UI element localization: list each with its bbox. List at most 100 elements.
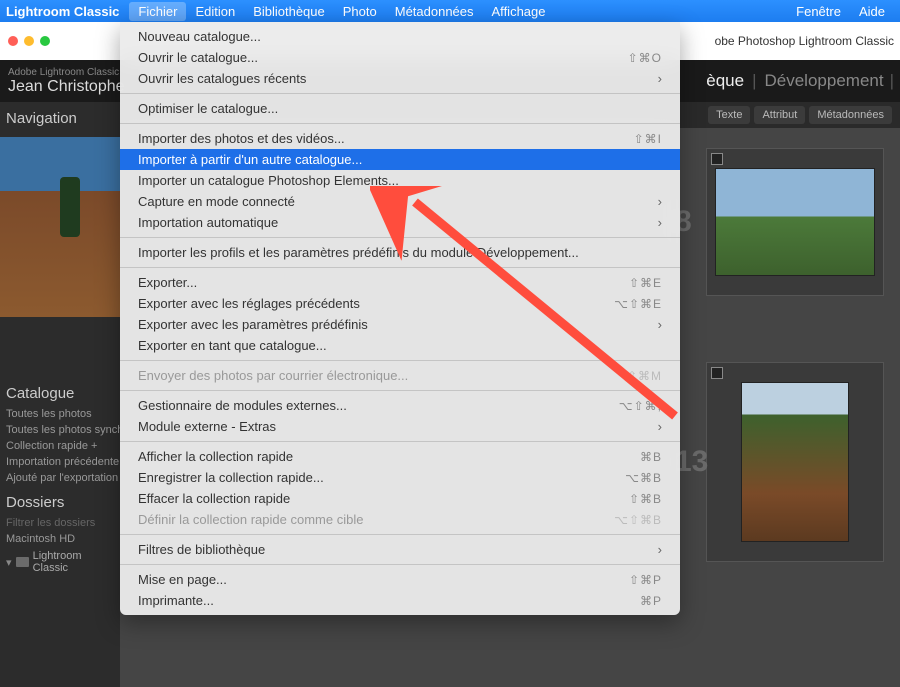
folder-row[interactable]: ▾ Lightroom Classic [0, 547, 120, 577]
chevron-right-icon: › [658, 542, 662, 557]
menu-shortcut: ⌥⇧⌘B [614, 513, 662, 527]
menu-item[interactable]: Ouvrir les catalogues récents› [120, 68, 680, 89]
menu-item-label: Importer les profils et les paramètres p… [138, 245, 662, 260]
close-window-icon[interactable] [8, 36, 18, 46]
menu-item-label: Exporter en tant que catalogue... [138, 338, 662, 353]
module-library[interactable]: èque [706, 71, 744, 91]
window-title: obe Photoshop Lightroom Classic [715, 34, 894, 48]
menu-item[interactable]: Nouveau catalogue... [120, 26, 680, 47]
menu-item[interactable]: Afficher la collection rapide⌘B [120, 446, 680, 467]
chevron-right-icon: › [658, 317, 662, 332]
menu-item-label: Importer un catalogue Photoshop Elements… [138, 173, 662, 188]
menu-item-label: Enregistrer la collection rapide... [138, 470, 625, 485]
menu-item-label: Importer des photos et des vidéos... [138, 131, 634, 146]
menu-fichier[interactable]: Fichier [129, 2, 186, 21]
grid-cell[interactable]: 8 [706, 148, 884, 296]
filter-metadata[interactable]: Métadonnées [809, 106, 892, 124]
zoom-window-icon[interactable] [40, 36, 50, 46]
folder-name: Lightroom Classic [33, 550, 114, 574]
panel-catalogue[interactable]: Catalogue [0, 377, 120, 406]
grid-cell[interactable]: 13 [706, 362, 884, 562]
menu-item-label: Mise en page... [138, 572, 629, 587]
menu-aide[interactable]: Aide [850, 2, 894, 21]
menu-fenêtre[interactable]: Fenêtre [787, 2, 850, 21]
menu-shortcut: ⌘B [640, 450, 662, 464]
catalogue-item[interactable]: Importation précédente [0, 454, 120, 470]
menu-item-label: Capture en mode connecté [138, 194, 658, 209]
menu-item[interactable]: Capture en mode connecté› [120, 191, 680, 212]
menu-item[interactable]: Exporter avec les réglages précédents⌥⇧⌘… [120, 293, 680, 314]
menu-item[interactable]: Ouvrir le catalogue...⇧⌘O [120, 47, 680, 68]
flag-icon[interactable] [711, 153, 723, 165]
menu-item[interactable]: Gestionnaire de modules externes...⌥⇧⌘, [120, 395, 680, 416]
menu-bibliothèque[interactable]: Bibliothèque [244, 2, 334, 21]
menu-shortcut: ⌥⇧⌘E [614, 297, 662, 311]
menu-shortcut: ⌥⌘B [625, 471, 662, 485]
chevron-right-icon: › [658, 215, 662, 230]
menu-métadonnées[interactable]: Métadonnées [386, 2, 483, 21]
menu-item[interactable]: Importation automatique› [120, 212, 680, 233]
identity-name: Jean Christophe [8, 78, 125, 96]
menu-item-label: Importer à partir d'un autre catalogue..… [138, 152, 662, 167]
volume[interactable]: Macintosh HD [0, 531, 120, 547]
menu-item[interactable]: Importer à partir d'un autre catalogue..… [120, 149, 680, 170]
menu-item-label: Définir la collection rapide comme cible [138, 512, 614, 527]
menu-item-label: Gestionnaire de modules externes... [138, 398, 619, 413]
thumbnail[interactable] [741, 382, 849, 542]
panel-navigation[interactable]: Navigation [0, 102, 120, 131]
menu-affichage[interactable]: Affichage [483, 2, 555, 21]
menu-item-label: Nouveau catalogue... [138, 29, 662, 44]
catalogue-item[interactable]: Ajouté par l'exportation [0, 470, 120, 486]
menu-shortcut: ⇧⌘I [634, 132, 662, 146]
menu-item[interactable]: Exporter avec les paramètres prédéfinis› [120, 314, 680, 335]
filter-attribute[interactable]: Attribut [754, 106, 805, 124]
menu-shortcut: ⇧⌘P [629, 573, 662, 587]
menu-shortcut: ⌘P [640, 594, 662, 608]
menu-item-label: Exporter avec les réglages précédents [138, 296, 614, 311]
menu-item[interactable]: Exporter...⇧⌘E [120, 272, 680, 293]
app-name: Lightroom Classic [6, 4, 119, 19]
navigator-preview[interactable] [0, 137, 120, 317]
menu-item: Définir la collection rapide comme cible… [120, 509, 680, 530]
menu-item[interactable]: Imprimante...⌘P [120, 590, 680, 611]
menu-item-label: Module externe - Extras [138, 419, 658, 434]
menu-item[interactable]: Enregistrer la collection rapide...⌥⌘B [120, 467, 680, 488]
menu-shortcut: ⌥⇧⌘, [619, 399, 662, 413]
menu-item[interactable]: Optimiser le catalogue... [120, 98, 680, 119]
menu-shortcut: ⇧⌘O [628, 51, 662, 65]
menu-item-label: Optimiser le catalogue... [138, 101, 662, 116]
chevron-right-icon: › [658, 419, 662, 434]
menu-item-label: Exporter avec les paramètres prédéfinis [138, 317, 658, 332]
folder-filter[interactable]: Filtrer les dossiers [0, 515, 120, 531]
menu-edition[interactable]: Edition [186, 2, 244, 21]
menu-shortcut: ⇧⌘M [627, 369, 662, 383]
menu-item[interactable]: Importer les profils et les paramètres p… [120, 242, 680, 263]
minimize-window-icon[interactable] [24, 36, 34, 46]
module-develop[interactable]: Développement [765, 71, 884, 91]
menu-item[interactable]: Exporter en tant que catalogue... [120, 335, 680, 356]
catalogue-item[interactable]: Toutes les photos [0, 406, 120, 422]
folder-icon [16, 557, 29, 567]
menu-item[interactable]: Importer un catalogue Photoshop Elements… [120, 170, 680, 191]
panel-dossiers[interactable]: Dossiers [0, 486, 120, 515]
flag-icon[interactable] [711, 367, 723, 379]
menu-item[interactable]: Module externe - Extras› [120, 416, 680, 437]
filter-text[interactable]: Texte [708, 106, 750, 124]
catalogue-item[interactable]: Collection rapide + [0, 438, 120, 454]
file-menu-dropdown[interactable]: Nouveau catalogue... Ouvrir le catalogue.… [120, 22, 680, 615]
menu-item[interactable]: Importer des photos et des vidéos...⇧⌘I [120, 128, 680, 149]
thumbnail[interactable] [715, 168, 875, 276]
catalogue-item[interactable]: Toutes les photos synch [0, 422, 120, 438]
chevron-right-icon: › [658, 71, 662, 86]
menu-item-label: Exporter... [138, 275, 629, 290]
left-panel: Navigation Catalogue Toutes les photos T… [0, 102, 120, 687]
menu-item[interactable]: Filtres de bibliothèque› [120, 539, 680, 560]
module-picker: èque | Développement | [706, 60, 900, 102]
menu-item: Envoyer des photos par courrier électron… [120, 365, 680, 386]
menu-item[interactable]: Effacer la collection rapide⇧⌘B [120, 488, 680, 509]
menu-item[interactable]: Mise en page...⇧⌘P [120, 569, 680, 590]
identity-small: Adobe Lightroom Classic [8, 67, 125, 78]
menu-photo[interactable]: Photo [334, 2, 386, 21]
menu-item-label: Filtres de bibliothèque [138, 542, 658, 557]
menu-item-label: Imprimante... [138, 593, 640, 608]
